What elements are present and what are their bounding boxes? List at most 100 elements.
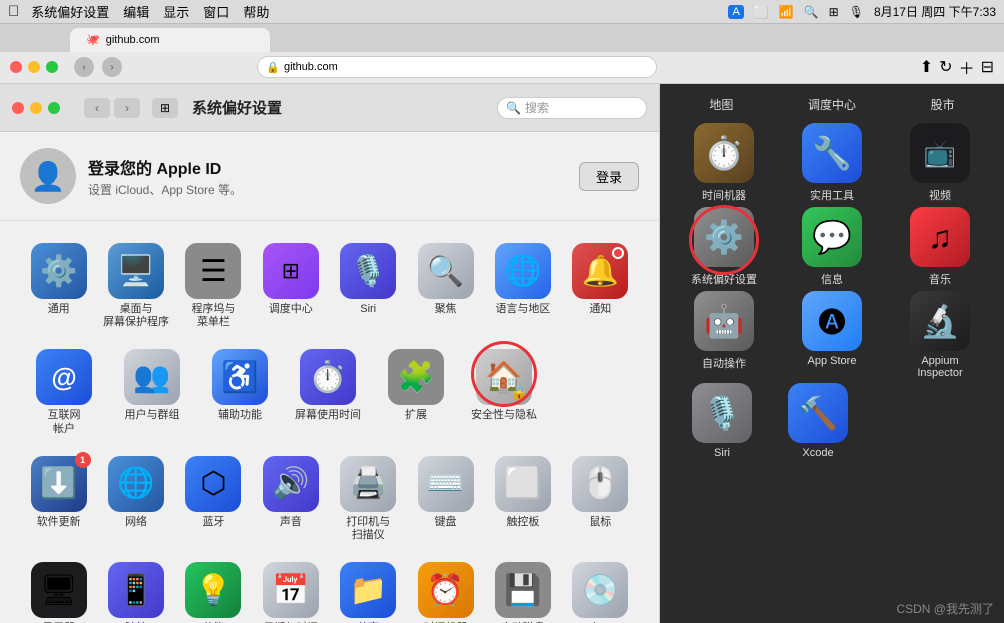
icons-row-2: @ 互联网帐户 👥 用户与群组 ♿ 辅助功能 ⏱️ 屏幕使用时间 [20, 343, 639, 441]
rp-app-timemachine[interactable]: ⏱️ 时间机器 [684, 123, 764, 203]
maximize-button[interactable] [46, 61, 58, 73]
rp-app-automator[interactable]: 🤖 自动操作 [684, 291, 764, 379]
icon-sidecar[interactable]: 📱 随航 [97, 556, 174, 623]
user-info: 登录您的 Apple ID 设置 iCloud、App Store 等。 [88, 155, 567, 198]
icon-display[interactable]: 🖥 显示器 [20, 556, 97, 623]
url-bar[interactable]: 🔒 github.com [257, 56, 657, 78]
dock-icon: ☰ [185, 243, 241, 299]
rp-app-syspref[interactable]: ⚙️ 系统偏好设置 [684, 207, 764, 287]
icon-spotlight[interactable]: 🔍 聚焦 [407, 237, 484, 335]
minimize-button[interactable] [28, 61, 40, 73]
icon-startup[interactable]: 💾 启动磁盘 [484, 556, 561, 623]
icon-datetime[interactable]: 📅 日期与时间 [252, 556, 329, 623]
notification-label: 通知 [589, 303, 611, 316]
icon-users[interactable]: 👥 用户与群组 [108, 343, 196, 441]
icon-printer[interactable]: 🖨️ 打印机与扫描仪 [330, 450, 407, 548]
rp-automator-label: 自动操作 [702, 355, 746, 371]
icon-screentime[interactable]: ⏱️ 屏幕使用时间 [284, 343, 372, 441]
browser-tab[interactable]: 🐙 github.com [70, 28, 270, 52]
siri-icon[interactable]: 🎙 [849, 5, 864, 19]
sp-back-button[interactable]: ‹ [84, 98, 110, 118]
menubar-display[interactable]: 显示 [163, 2, 189, 21]
menubar-window[interactable]: 窗口 [203, 2, 229, 21]
softupdate-label: 软件更新 [37, 516, 81, 529]
control-center-icon[interactable]: ⊞ [829, 5, 839, 19]
content-area: ‹ › ⊞ 系统偏好设置 🔍 搜索 👤 登录您的 Apple ID 设置 iCl… [0, 84, 1004, 623]
sp-grid-button[interactable]: ⊞ [152, 98, 178, 118]
icon-mission[interactable]: ⊞ 调度中心 [252, 237, 329, 335]
icons-row-4: 🖥 显示器 📱 随航 💡 节能 📅 日期与时间 [20, 556, 639, 623]
icon-softupdate[interactable]: ⬇️ 1 软件更新 [20, 450, 97, 548]
icon-network[interactable]: 🌐 网络 [97, 450, 174, 548]
share-icon[interactable]: ⬆ [920, 57, 933, 77]
rp-app-music[interactable]: ♫ 音乐 [900, 207, 980, 287]
icon-battery2[interactable]: 💡 节能 [175, 556, 252, 623]
syspref-search[interactable]: 🔍 搜索 [497, 97, 647, 119]
icon-sharing[interactable]: 📁 共享 [330, 556, 407, 623]
menubar:  系统偏好设置 编辑 显示 窗口 帮助 A ⬜ 📶 🔍 ⊞ 🎙 8月17日 周… [0, 0, 1004, 24]
printer-icon: 🖨️ [340, 456, 396, 512]
extensions-label: 扩展 [405, 409, 427, 422]
icon-accessibility[interactable]: ♿ 辅助功能 [196, 343, 284, 441]
rp-app-appium[interactable]: 🔬 Appium Inspector [900, 291, 980, 379]
icons-row-3: ⬇️ 1 软件更新 🌐 网络 ⬡ 蓝牙 🔊 [20, 450, 639, 548]
rp-app-messages[interactable]: 💬 信息 [792, 207, 872, 287]
icon-internet[interactable]: @ 互联网帐户 [20, 343, 108, 441]
rp-header-maps: 地图 [709, 96, 733, 113]
input-source-badge: A [728, 5, 743, 19]
icon-cddvd[interactable]: 💿 CD 与 DVD [562, 556, 639, 623]
forward-button[interactable]: › [102, 57, 122, 77]
rp-utility-icon: 🔧 [802, 123, 862, 183]
menubar-help[interactable]: 帮助 [243, 2, 269, 21]
icon-language[interactable]: 🌐 语言与地区 [484, 237, 561, 335]
login-button[interactable]: 登录 [579, 162, 639, 191]
menubar-syspref[interactable]: 系统偏好设置 [31, 2, 109, 21]
sidebar-toggle-icon[interactable]: ⊟ [981, 57, 994, 77]
menubar-edit[interactable]: 编辑 [123, 2, 149, 21]
icon-general[interactable]: ⚙️ 通用 [20, 237, 97, 335]
icon-extensions[interactable]: 🧩 扩展 [372, 343, 460, 441]
rp-app-siri[interactable]: 🎙️ Siri [682, 383, 762, 459]
tab-favicon: 🐙 [86, 33, 100, 46]
display-icon: 🖥 [31, 562, 87, 618]
browser-controls: ‹ › 🔒 github.com ⬆ ↻ ＋ ⊟ [0, 52, 1004, 83]
sp-close-button[interactable] [12, 102, 24, 114]
rp-app-appstore[interactable]: 🅐 App Store [792, 291, 872, 379]
sp-maximize-button[interactable] [48, 102, 60, 114]
back-button[interactable]: ‹ [74, 57, 94, 77]
syspref-toolbar: ‹ › ⊞ 系统偏好设置 🔍 搜索 [0, 84, 659, 132]
rp-app-xcode[interactable]: 🔨 Xcode [778, 383, 858, 459]
icon-timemachine[interactable]: ⏰ 时间机器 [407, 556, 484, 623]
internet-label: 互联网帐户 [48, 409, 81, 435]
browser-chrome: 🐙 github.com ‹ › 🔒 github.com ⬆ ↻ ＋ ⊟ [0, 24, 1004, 84]
rp-app-utility[interactable]: 🔧 实用工具 [792, 123, 872, 203]
add-tab-icon[interactable]: ＋ [959, 55, 975, 79]
datetime-icon: 📅 [263, 562, 319, 618]
lock-icon: 🔒 [266, 61, 280, 74]
rp-app-tv[interactable]: 📺 视频 [900, 123, 980, 203]
user-profile: 👤 登录您的 Apple ID 设置 iCloud、App Store 等。 登… [0, 132, 659, 221]
icon-notification[interactable]: 🔔 通知 [562, 237, 639, 335]
rp-timemachine-icon: ⏱️ [694, 123, 754, 183]
icon-dock[interactable]: ☰ 程序坞与菜单栏 [175, 237, 252, 335]
trackpad-icon: ⬜ [495, 456, 551, 512]
sp-forward-button[interactable]: › [114, 98, 140, 118]
icon-mouse[interactable]: 🖱️ 鼠标 [562, 450, 639, 548]
icon-desktop[interactable]: 🖥️ 桌面与屏幕保护程序 [97, 237, 174, 335]
close-button[interactable] [10, 61, 22, 73]
icon-security[interactable]: 🏠 🔒 安全性与隐私 [460, 343, 548, 441]
trackpad-label: 触控板 [506, 516, 539, 529]
icon-bluetooth[interactable]: ⬡ 蓝牙 [175, 450, 252, 548]
rp-siri-icon: 🎙️ [692, 383, 752, 443]
search-icon[interactable]: 🔍 [804, 5, 819, 19]
icon-siri[interactable]: 🎙️ Siri [330, 237, 407, 335]
sp-minimize-button[interactable] [30, 102, 42, 114]
icon-keyboard[interactable]: ⌨️ 键盘 [407, 450, 484, 548]
refresh-icon[interactable]: ↻ [939, 57, 952, 77]
apple-menu[interactable]:  [8, 3, 19, 20]
icon-trackpad[interactable]: ⬜ 触控板 [484, 450, 561, 548]
mouse-icon: 🖱️ [572, 456, 628, 512]
mission-label: 调度中心 [269, 303, 313, 316]
icon-sound[interactable]: 🔊 声音 [252, 450, 329, 548]
energy-icon: 💡 [185, 562, 241, 618]
